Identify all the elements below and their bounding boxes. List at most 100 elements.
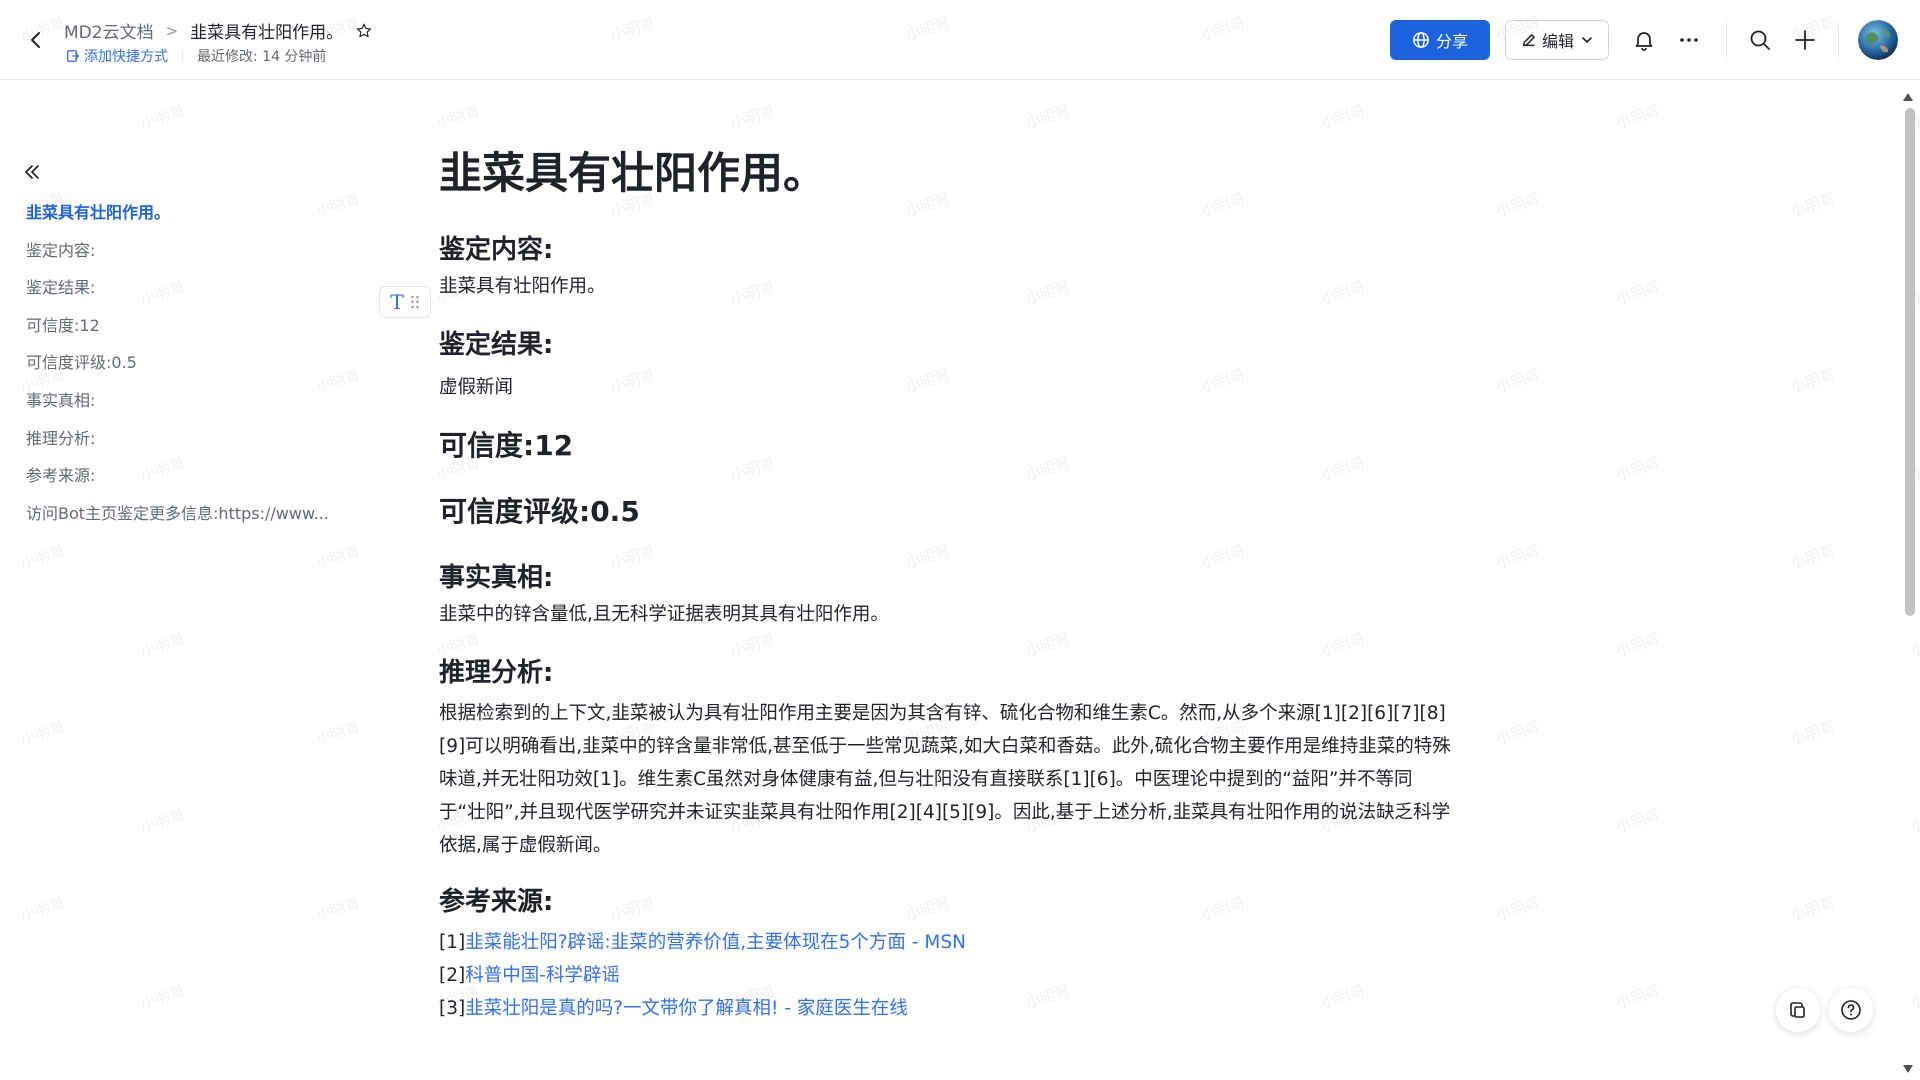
share-button[interactable]: 分享 bbox=[1390, 20, 1490, 60]
watermark-text: 小明哥 bbox=[138, 981, 187, 1013]
scrollbar-thumb[interactable] bbox=[1905, 108, 1915, 616]
more-button[interactable] bbox=[1673, 24, 1705, 56]
plus-icon bbox=[1795, 30, 1815, 50]
source-item: [1]韭菜能壮阳?辟谣:韭菜的营养价值,主要体现在5个方面 - MSN bbox=[439, 926, 1459, 959]
sources-list: [1]韭菜能壮阳?辟谣:韭菜的营养价值,主要体现在5个方面 - MSN [2]科… bbox=[439, 926, 1459, 1025]
bell-icon bbox=[1635, 32, 1653, 51]
search-button[interactable] bbox=[1744, 24, 1776, 56]
watermark-text: 小明哥 bbox=[1613, 629, 1662, 661]
outline-item-credibility-rating[interactable]: 可信度评级:0.5 bbox=[26, 350, 366, 388]
outline-item-credibility[interactable]: 可信度:12 bbox=[26, 313, 366, 351]
breadcrumb: MD2云文档 > 韭菜具有壮阳作用。 bbox=[64, 18, 373, 43]
notifications-button[interactable] bbox=[1628, 24, 1660, 56]
top-bar: MD2云文档 > 韭菜具有壮阳作用。 添加快捷方式 最近修改: 14 分钟前 分… bbox=[0, 0, 1920, 80]
outline-item-facts[interactable]: 事实真相: bbox=[26, 388, 366, 426]
drag-handle-icon bbox=[410, 295, 419, 309]
content-text: 韭菜具有壮阳作用。 bbox=[439, 276, 606, 297]
outline-item-sources[interactable]: 参考来源: bbox=[26, 463, 366, 501]
watermark-text: 小明哥 bbox=[1023, 101, 1072, 133]
text-block-icon: T bbox=[390, 290, 404, 314]
more-icon bbox=[1680, 38, 1698, 42]
share-label: 分享 bbox=[1435, 32, 1468, 51]
analysis-heading: 推理分析: bbox=[439, 658, 554, 688]
edit-mode-button[interactable]: 编辑 bbox=[1505, 20, 1609, 60]
credibility-heading: 可信度:12 bbox=[439, 429, 574, 462]
document-title: 韭菜具有壮阳作用。 bbox=[439, 149, 826, 199]
result-text: 虚假新闻 bbox=[439, 377, 514, 398]
analysis-text: 根据检索到的上下文,韭菜被认为具有壮阳作用主要是因为其含有锌、硫化合物和维生素C… bbox=[439, 703, 1451, 856]
watermark-text: 小明哥 bbox=[138, 805, 187, 837]
star-icon bbox=[357, 23, 372, 37]
breadcrumb-separator: > bbox=[165, 21, 179, 40]
doc-meta: 添加快捷方式 最近修改: 14 分钟前 bbox=[66, 46, 326, 66]
triangle-down-icon bbox=[1903, 1065, 1913, 1073]
watermark-text: 小明哥 bbox=[728, 101, 777, 133]
source-link[interactable]: 韭菜壮阳是真的吗?一文带你了解真相! - 家庭医生在线 bbox=[465, 998, 908, 1019]
watermark-text: 小明哥 bbox=[1788, 189, 1837, 221]
watermark-text: 小明哥 bbox=[1613, 805, 1662, 837]
source-number: [3] bbox=[439, 998, 466, 1019]
outline-item-title[interactable]: 韭菜具有壮阳作用。 bbox=[26, 200, 366, 238]
watermark-text: 小明哥 bbox=[1613, 277, 1662, 309]
watermark-text: 小明哥 bbox=[1788, 717, 1837, 749]
breadcrumb-root[interactable]: MD2云文档 bbox=[64, 18, 154, 43]
watermark-text: 小明哥 bbox=[313, 717, 362, 749]
back-button[interactable] bbox=[22, 26, 50, 54]
globe-icon bbox=[1413, 32, 1429, 48]
avatar-image bbox=[1858, 20, 1898, 60]
chevron-left-icon bbox=[31, 32, 40, 48]
help-button[interactable] bbox=[1829, 988, 1873, 1032]
watermark-text: 小明哥 bbox=[1493, 717, 1542, 749]
outline-item-analysis[interactable]: 推理分析: bbox=[26, 426, 366, 464]
watermark-text: 小明哥 bbox=[1493, 541, 1542, 573]
last-modified-text: 最近修改: 14 分钟前 bbox=[197, 49, 327, 65]
add-shortcut-link[interactable]: 添加快捷方式 bbox=[66, 46, 168, 66]
watermark-text: 小明哥 bbox=[1613, 453, 1662, 485]
document-body[interactable]: T 韭菜具有壮阳作用。 鉴定内容: 韭菜具有壮阳作用。 鉴定结果: 虚假新闻 可… bbox=[379, 140, 1459, 1025]
watermark-text: 小明哥 bbox=[1908, 981, 1920, 1013]
watermark-text: 小明哥 bbox=[1613, 981, 1662, 1013]
watermark-text: 小明哥 bbox=[1493, 365, 1542, 397]
collapse-outline-button[interactable] bbox=[20, 160, 44, 184]
chevron-down-icon bbox=[1582, 37, 1592, 44]
create-button[interactable] bbox=[1789, 24, 1821, 56]
meta-divider bbox=[182, 50, 183, 62]
header-divider bbox=[1838, 22, 1839, 58]
scroll-up-button[interactable] bbox=[1902, 88, 1914, 101]
watermark-text: 小明哥 bbox=[18, 717, 67, 749]
watermark-text: 小明哥 bbox=[138, 101, 187, 133]
facts-heading: 事实真相: bbox=[439, 563, 554, 593]
watermark-text: 小明哥 bbox=[1493, 893, 1542, 925]
favorite-button[interactable] bbox=[355, 22, 373, 40]
result-heading: 鉴定结果: bbox=[439, 330, 554, 360]
source-item: [2]科普中国-科学辟谣 bbox=[439, 959, 1459, 992]
watermark-text: 小明哥 bbox=[18, 541, 67, 573]
outline-list: 韭菜具有壮阳作用。 鉴定内容: 鉴定结果: 可信度:12 可信度评级:0.5 事… bbox=[26, 200, 366, 538]
watermark-text: 小明哥 bbox=[1788, 365, 1837, 397]
header-divider bbox=[1726, 22, 1727, 58]
avatar[interactable] bbox=[1858, 20, 1898, 60]
sources-heading: 参考来源: bbox=[439, 887, 554, 917]
search-icon bbox=[1750, 30, 1770, 50]
source-link[interactable]: 韭菜能壮阳?辟谣:韭菜的营养价值,主要体现在5个方面 - MSN bbox=[465, 932, 966, 953]
help-icon bbox=[1841, 1000, 1861, 1020]
document-title-breadcrumb[interactable]: 韭菜具有壮阳作用。 bbox=[190, 18, 343, 43]
add-shortcut-label: 添加快捷方式 bbox=[84, 49, 168, 65]
outline-item-result[interactable]: 鉴定结果: bbox=[26, 275, 366, 313]
copy-button[interactable] bbox=[1776, 988, 1820, 1032]
watermark-text: 小明哥 bbox=[1908, 805, 1920, 837]
watermark-text: 小明哥 bbox=[1788, 893, 1837, 925]
watermark-text: 小明哥 bbox=[18, 893, 67, 925]
pencil-icon bbox=[1522, 34, 1535, 47]
source-number: [2] bbox=[439, 965, 466, 986]
scroll-down-button[interactable] bbox=[1902, 1060, 1914, 1073]
outline-item-content[interactable]: 鉴定内容: bbox=[26, 238, 366, 276]
watermark-text: 小明哥 bbox=[433, 101, 482, 133]
source-link[interactable]: 科普中国-科学辟谣 bbox=[465, 965, 620, 986]
triangle-up-icon bbox=[1903, 93, 1913, 101]
block-toolbar[interactable]: T bbox=[379, 286, 431, 318]
watermark-text: 小明哥 bbox=[1613, 101, 1662, 133]
watermark-text: 小明哥 bbox=[138, 629, 187, 661]
outline-item-bot-link[interactable]: 访问Bot主页鉴定更多信息:https://www... bbox=[26, 501, 366, 539]
watermark-text: 小明哥 bbox=[1908, 629, 1920, 661]
